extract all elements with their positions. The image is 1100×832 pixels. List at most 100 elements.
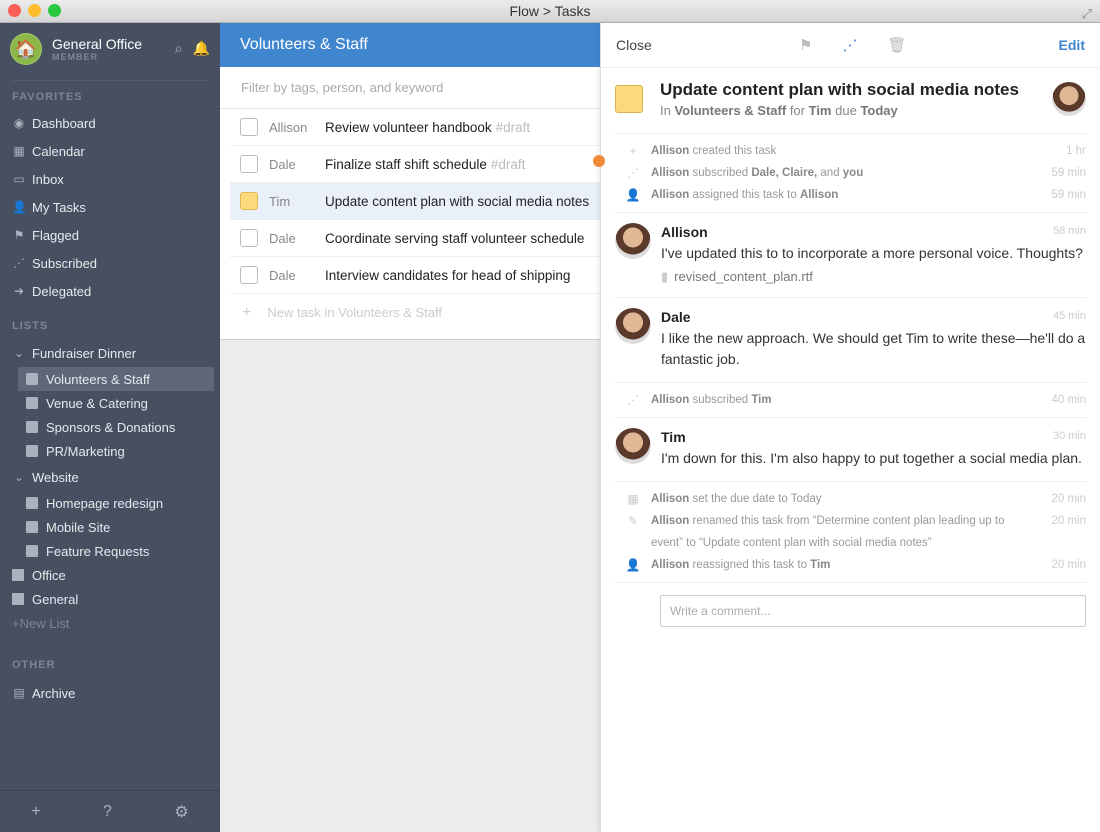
activity-person: Allison xyxy=(651,167,690,179)
list-group-label: Fundraiser Dinner xyxy=(32,345,137,361)
task-tag[interactable]: #draft xyxy=(496,120,531,135)
sidebar-list-item[interactable]: General xyxy=(0,587,220,611)
attachment[interactable]: ▮ revised_content_plan.rtf xyxy=(661,269,1083,285)
search-icon[interactable]: ⌕ xyxy=(175,40,183,57)
gear-icon[interactable]: ⚙ xyxy=(174,802,188,822)
new-list-label: New List xyxy=(19,615,70,631)
list-icon xyxy=(26,497,38,509)
sidebar-item-subscribed[interactable]: ⋰ Subscribed xyxy=(0,249,220,277)
person-icon: 👤 xyxy=(12,200,27,214)
flag-icon[interactable]: ⚑ xyxy=(799,36,812,54)
task-assignee: Dale xyxy=(269,267,296,283)
list-item-label: Feature Requests xyxy=(46,543,150,559)
task-checkbox[interactable] xyxy=(240,155,258,173)
sidebar-item-my-tasks[interactable]: 👤 My Tasks xyxy=(0,193,220,221)
close-window-button[interactable] xyxy=(8,4,21,17)
task-checkbox[interactable] xyxy=(615,85,643,113)
sidebar-list-item[interactable]: PR/Marketing xyxy=(0,439,220,463)
task-row[interactable]: Dale Finalize staff shift schedule #draft xyxy=(230,146,600,183)
activity-person: Tim xyxy=(810,559,831,571)
sidebar-item-dashboard[interactable]: ◉ Dashboard xyxy=(0,109,220,137)
house-icon: 🏠 xyxy=(10,33,42,65)
task-subtitle: In Volunteers & Staff for Tim due Today xyxy=(660,103,898,118)
list-item-label: Sponsors & Donations xyxy=(46,419,176,435)
sidebar-list-item[interactable]: Feature Requests xyxy=(0,539,220,563)
help-icon[interactable]: ? xyxy=(103,803,112,821)
sidebar-list-item[interactable]: Office xyxy=(0,563,220,587)
activity-time: 59 min xyxy=(1051,167,1086,179)
filter-input[interactable]: Filter by tags, person, and keyword xyxy=(220,67,600,109)
org-switcher[interactable]: 🏠 General Office MEMBER xyxy=(10,33,142,65)
attachment-name[interactable]: revised_content_plan.rtf xyxy=(674,269,813,284)
sidebar-item-flagged[interactable]: ⚑ Flagged xyxy=(0,221,220,249)
chevron-down-icon: ⌄ xyxy=(13,470,25,484)
new-list-button[interactable]: + New List xyxy=(0,611,220,635)
trash-icon[interactable]: 🗑 xyxy=(887,36,906,54)
avatar[interactable] xyxy=(615,428,651,464)
rss-icon: ⋰ xyxy=(627,166,639,180)
new-task-input[interactable]: + New task in Volunteers & Staff xyxy=(220,294,600,331)
task-row[interactable]: Allison Review volunteer handbook #draft xyxy=(230,109,600,146)
list-group[interactable]: ⌄ Fundraiser Dinner xyxy=(0,339,220,367)
sidebar-list-item[interactable]: Mobile Site xyxy=(0,515,220,539)
sidebar-item-delegated[interactable]: ➜ Delegated xyxy=(0,277,220,305)
activity-text: Allison subscribed Tim xyxy=(651,389,1046,411)
activity-time: 20 min xyxy=(1051,559,1086,571)
add-icon[interactable]: + xyxy=(31,803,40,821)
new-task-placeholder: New task in Volunteers & Staff xyxy=(267,305,442,320)
inbox-icon: ▭ xyxy=(13,172,25,186)
favorites-heading: FAVORITES xyxy=(12,91,83,103)
rss-icon[interactable]: ⋰ xyxy=(842,36,857,54)
activity-fragment: created this task xyxy=(689,145,777,157)
archive-icon: ▤ xyxy=(13,686,25,700)
list-group[interactable]: ⌄ Website xyxy=(0,463,220,491)
activity-person: you xyxy=(842,167,864,179)
window-title: Flow > Tasks xyxy=(509,3,591,19)
sidebar-item-label: Flagged xyxy=(32,227,79,243)
fullscreen-icon[interactable]: ⤢ xyxy=(1082,3,1092,25)
list-item-label: PR/Marketing xyxy=(46,443,125,459)
avatar[interactable] xyxy=(615,223,651,259)
sidebar-list-item[interactable]: Homepage redesign xyxy=(0,491,220,515)
task-checkbox[interactable] xyxy=(240,266,258,284)
minimize-window-button[interactable] xyxy=(28,4,41,17)
task-row[interactable]: Dale Coordinate serving staff volunteer s… xyxy=(230,220,600,257)
edit-button[interactable]: Edit xyxy=(1059,37,1085,53)
comment-input[interactable]: Write a comment... xyxy=(660,595,1086,627)
task-checkbox[interactable] xyxy=(240,118,258,136)
sidebar-item-inbox[interactable]: ▭ Inbox xyxy=(0,165,220,193)
comment-author: Tim xyxy=(661,429,686,445)
task-list-pane: Volunteers & Staff Filter by tags, perso… xyxy=(220,23,600,832)
task-checkbox[interactable] xyxy=(240,192,258,210)
list-item-label: Office xyxy=(32,567,66,583)
list-icon xyxy=(12,569,24,581)
sidebar-list-item[interactable]: Sponsors & Donations xyxy=(0,415,220,439)
close-button[interactable]: Close xyxy=(616,37,652,53)
org-name: General Office xyxy=(52,36,143,52)
avatar[interactable] xyxy=(615,308,651,344)
bell-icon[interactable]: 🔔 xyxy=(193,40,210,57)
task-row[interactable]: Tim Update content plan with social media… xyxy=(230,183,600,220)
sidebar-item-archive[interactable]: ▤ Archive xyxy=(0,679,220,707)
rss-icon: ⋰ xyxy=(13,256,25,270)
other-heading: OTHER xyxy=(12,659,56,671)
task-tag[interactable]: #draft xyxy=(491,157,526,172)
activity-fragment: reassigned this task to xyxy=(689,559,811,571)
activity-text: Allison set the due date to Today xyxy=(651,488,1046,510)
sidebar-item-calendar[interactable]: ▦ Calendar xyxy=(0,137,220,165)
activity-time: 59 min xyxy=(1051,189,1086,201)
delegated-icon: ➜ xyxy=(13,284,25,298)
comment-author: Dale xyxy=(661,309,691,325)
flag-icon: ⚑ xyxy=(13,228,25,242)
task-checkbox[interactable] xyxy=(240,229,258,247)
window-controls[interactable] xyxy=(8,4,61,17)
file-icon: ▮ xyxy=(661,269,669,284)
activity-fragment: subscribed xyxy=(689,167,752,179)
sidebar-list-item[interactable]: Venue & Catering xyxy=(0,391,220,415)
zoom-window-button[interactable] xyxy=(48,4,61,17)
assignee-avatar[interactable] xyxy=(1052,82,1086,116)
activity-group: + Allison created this task 1 hr ⋰ Allison s… xyxy=(615,134,1086,213)
sidebar-item-label: Calendar xyxy=(32,143,85,159)
sidebar-list-item[interactable]: Volunteers & Staff xyxy=(18,367,214,391)
task-row[interactable]: Dale Interview candidates for head of shi… xyxy=(230,257,600,294)
